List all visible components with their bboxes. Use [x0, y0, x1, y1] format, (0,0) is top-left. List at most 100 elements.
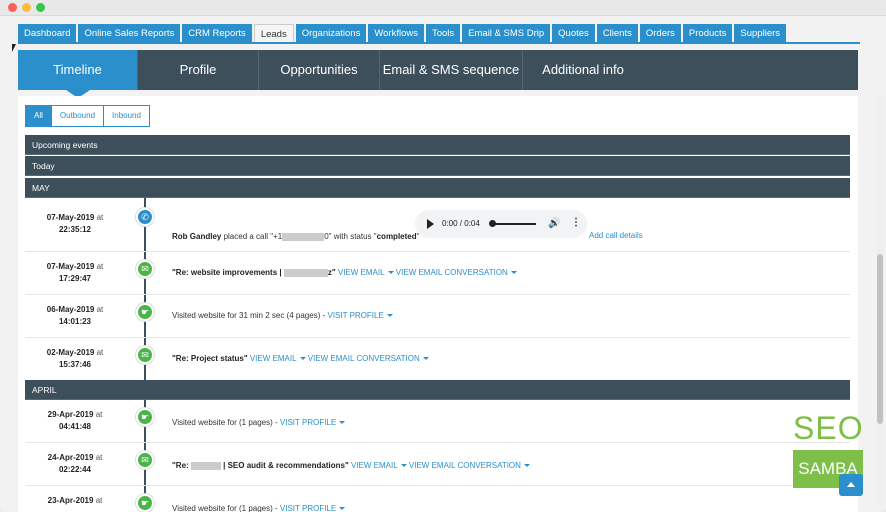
redacted-text	[283, 268, 328, 277]
chevron-down-icon[interactable]	[339, 421, 346, 425]
event-date: 06-May-2019	[46, 305, 95, 314]
tab-opportunities[interactable]: Opportunities	[259, 50, 380, 90]
event-datetime: 07-May-2019 at 22:35:12	[39, 212, 111, 236]
top-nav-dashboard[interactable]: Dashboard	[18, 24, 77, 43]
direction-filter: All Outbound Inbound	[25, 105, 150, 127]
view-email-conversation-link[interactable]: VIEW EMAIL CONVERSATION	[396, 268, 508, 277]
event-datetime: 02-May-2019 at 15:37:46	[39, 347, 111, 371]
chevron-down-icon[interactable]	[387, 271, 394, 275]
event-time: 14:01:23	[58, 317, 92, 326]
call-audio-player[interactable]: 0:00 / 0:04 🔊 ⋮	[415, 210, 587, 238]
view-email-link[interactable]: VIEW EMAIL	[351, 461, 398, 470]
more-options-icon[interactable]: ⋮	[571, 217, 581, 228]
event-description: "Re: Project status" VIEW EMAIL VIEW EMA…	[172, 354, 429, 363]
event-time: 02:22:44	[58, 465, 92, 474]
filter-outbound-button[interactable]: Outbound	[51, 105, 105, 127]
call-status: completed	[376, 232, 417, 241]
event-description: Rob Gandley placed a call "+1 0" with sta…	[172, 232, 420, 241]
chevron-down-icon[interactable]	[510, 271, 517, 275]
filter-inbound-button[interactable]: Inbound	[104, 105, 150, 127]
top-nav-organizations[interactable]: Organizations	[295, 24, 367, 43]
page-scrollbar[interactable]	[876, 96, 884, 508]
event-description: "Re: | SEO audit & recommendations" VIEW…	[172, 461, 530, 470]
play-icon[interactable]	[427, 219, 434, 229]
add-call-details-link[interactable]: Add call details	[589, 231, 643, 240]
event-description: Visited website for (1 pages) - VISIT PR…	[172, 504, 346, 512]
top-nav-orders[interactable]: Orders	[639, 24, 681, 43]
event-date: 07-May-2019	[46, 262, 95, 271]
lead-sub-navigation: Timeline Profile Opportunities Email & S…	[18, 50, 858, 98]
event-at: at	[96, 262, 104, 271]
tab-additional-info[interactable]: Additional info	[523, 50, 643, 90]
visit-profile-link[interactable]: VISIT PROFILE	[280, 504, 336, 512]
email-icon: ✉	[136, 260, 154, 278]
top-nav-online-sales-reports[interactable]: Online Sales Reports	[78, 24, 181, 43]
chevron-down-icon[interactable]	[339, 507, 346, 511]
section-april[interactable]: APRIL	[25, 380, 850, 400]
scroll-to-top-button[interactable]	[839, 474, 863, 496]
browser-window: Dashboard Online Sales Reports CRM Repor…	[0, 0, 886, 512]
view-email-conversation-link[interactable]: VIEW EMAIL CONVERSATION	[308, 354, 420, 363]
zoom-window-button[interactable]	[36, 3, 45, 12]
event-at: at	[95, 453, 103, 462]
top-nav-leads[interactable]: Leads	[253, 24, 294, 43]
timeline-event: 02-May-2019 at 15:37:46 ✉ "Re: Project s…	[25, 338, 850, 381]
event-datetime: 29-Apr-2019 at 04:41:48	[39, 409, 111, 433]
pointer-icon: ☛	[136, 303, 154, 321]
redacted-text	[190, 461, 221, 470]
email-icon: ✉	[136, 346, 154, 364]
top-nav-products[interactable]: Products	[682, 24, 733, 43]
audio-seek-handle[interactable]	[489, 220, 496, 227]
section-may[interactable]: MAY	[25, 178, 850, 198]
chevron-down-icon[interactable]	[400, 464, 407, 468]
event-at: at	[96, 348, 104, 357]
audio-time: 0:00 / 0:04	[442, 219, 480, 228]
top-nav-email-sms-drip[interactable]: Email & SMS Drip	[462, 24, 551, 43]
timeline-event: 07-May-2019 at 22:35:12 ✆ Rob Gandley pl…	[25, 198, 850, 252]
view-email-link[interactable]: VIEW EMAIL	[250, 354, 297, 363]
event-time: 17:29:47	[58, 274, 92, 283]
timeline-event: 07-May-2019 at 17:29:47 ✉ "Re: website i…	[25, 252, 850, 295]
top-nav-workflows[interactable]: Workflows	[368, 24, 424, 43]
pointer-icon: ☛	[136, 408, 154, 426]
top-nav-crm-reports[interactable]: CRM Reports	[182, 24, 252, 43]
visit-profile-link[interactable]: VISIT PROFILE	[280, 418, 336, 427]
top-nav-quotes[interactable]: Quotes	[552, 24, 595, 43]
volume-icon[interactable]: 🔊	[548, 218, 560, 229]
section-today[interactable]: Today	[25, 156, 850, 176]
chevron-down-icon[interactable]	[422, 357, 429, 361]
email-icon: ✉	[136, 451, 154, 469]
event-datetime: 07-May-2019 at 17:29:47	[39, 261, 111, 285]
nav-underline	[18, 42, 860, 44]
chevron-down-icon[interactable]	[299, 357, 306, 361]
tab-profile[interactable]: Profile	[138, 50, 259, 90]
timeline-event: 29-Apr-2019 at 04:41:48 ☛ Visited websit…	[25, 400, 850, 443]
tab-timeline[interactable]: Timeline	[18, 50, 138, 98]
timeline-event: 24-Apr-2019 at 02:22:44 ✉ "Re: | SEO aud…	[25, 443, 850, 486]
pointer-icon: ☛	[136, 494, 154, 512]
timeline-event: 23-Apr-2019 at ☛ Visited website for (1 …	[25, 486, 850, 512]
logo-seo-text: SEO	[793, 410, 864, 446]
audio-progress-bar[interactable]	[492, 223, 536, 225]
minimize-window-button[interactable]	[22, 3, 31, 12]
title-bar	[0, 0, 886, 16]
top-nav-clients[interactable]: Clients	[596, 24, 638, 43]
section-upcoming-events[interactable]: Upcoming events	[25, 135, 850, 155]
top-nav-tools[interactable]: Tools	[425, 24, 461, 43]
tab-email-sms-sequence[interactable]: Email & SMS sequence	[380, 50, 523, 90]
close-window-button[interactable]	[8, 3, 17, 12]
filter-all-button[interactable]: All	[25, 105, 52, 127]
event-description: Visited website for (1 pages) - VISIT PR…	[172, 418, 346, 427]
view-email-link[interactable]: VIEW EMAIL	[338, 268, 385, 277]
chevron-down-icon[interactable]	[523, 464, 530, 468]
top-nav-suppliers[interactable]: Suppliers	[734, 24, 787, 43]
event-at: at	[96, 305, 104, 314]
event-description: "Re: website improvements | z" VIEW EMAI…	[172, 268, 517, 277]
scrollbar-thumb[interactable]	[877, 254, 883, 424]
chevron-down-icon[interactable]	[386, 314, 393, 318]
view-email-conversation-link[interactable]: VIEW EMAIL CONVERSATION	[409, 461, 521, 470]
event-description: Visited website for 31 min 2 sec (4 page…	[172, 311, 393, 320]
visit-profile-link[interactable]: VISIT PROFILE	[327, 311, 383, 320]
event-date: 29-Apr-2019	[47, 410, 94, 419]
timeline-panel: All Outbound Inbound Upcoming events Tod…	[18, 96, 858, 512]
